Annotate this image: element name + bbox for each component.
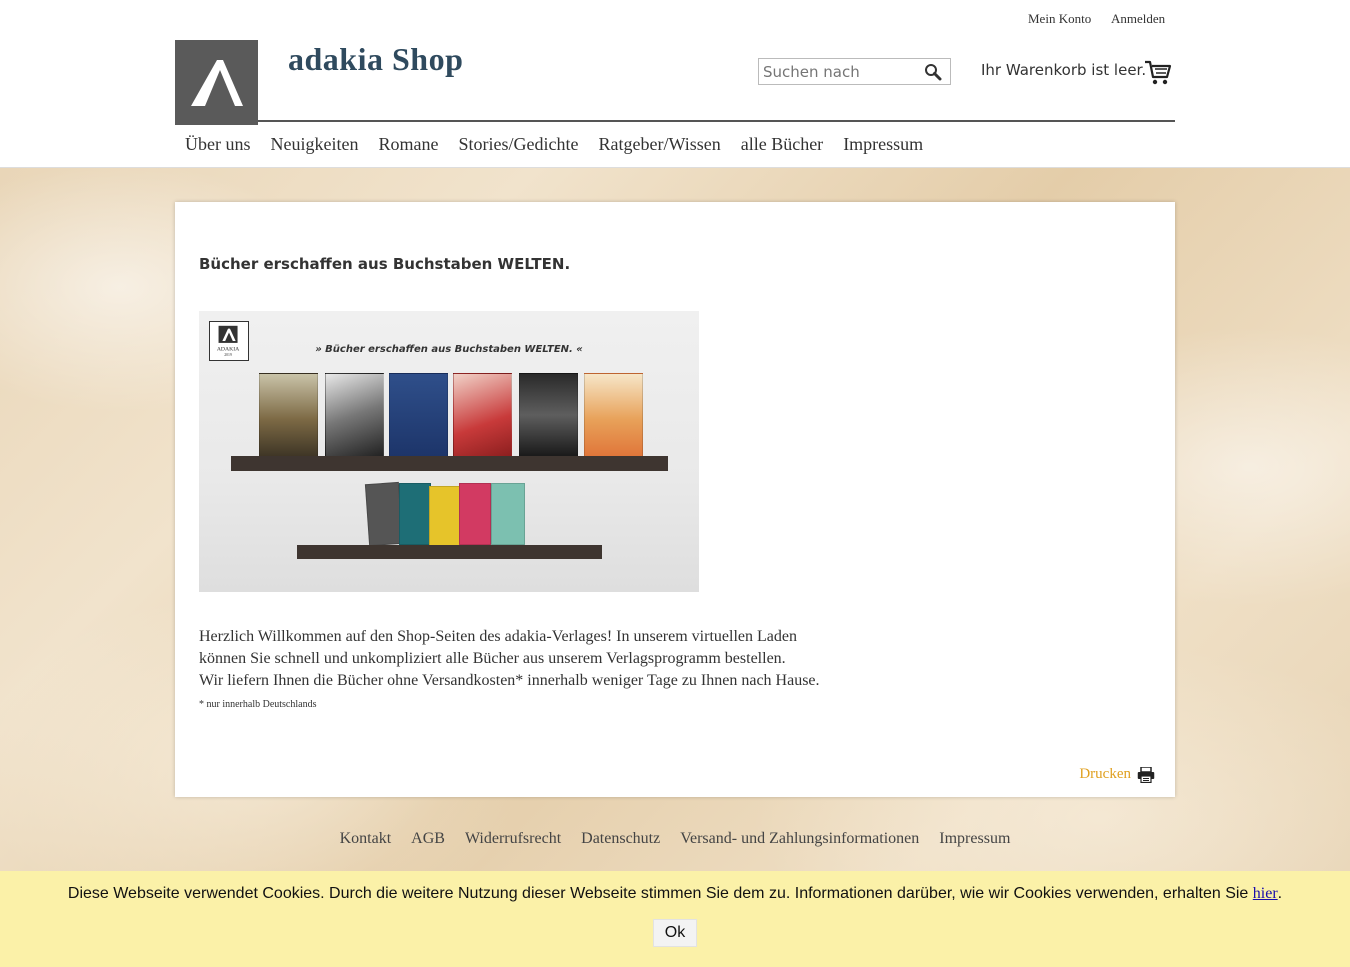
cookie-info-link[interactable]: hier	[1253, 885, 1278, 902]
cookie-banner: Diese Webseite verwendet Cookies. Durch …	[0, 871, 1350, 967]
print-button[interactable]: Drucken	[1079, 766, 1155, 783]
adakia-logo[interactable]	[175, 40, 258, 125]
bookshelf-banner-image: ADAKIA 2019 » Bücher erschaffen aus Buch…	[199, 311, 699, 592]
book-cover	[389, 373, 448, 457]
nav-item-neuigkeiten[interactable]: Neuigkeiten	[261, 134, 369, 155]
footer-navigation: Kontakt AGB Widerrufsrecht Datenschutz V…	[0, 830, 1350, 848]
book-cover	[491, 483, 525, 545]
footer-link-versand[interactable]: Versand- und Zahlungsinformationen	[670, 830, 929, 848]
banner-logo: ADAKIA 2019	[209, 321, 249, 361]
welcome-text: Herzlich Willkommen auf den Shop-Seiten …	[199, 626, 820, 692]
shopping-cart-icon[interactable]	[1144, 58, 1172, 86]
book-cover	[364, 481, 404, 547]
welcome-line: Herzlich Willkommen auf den Shop-Seiten …	[199, 628, 797, 645]
cookie-ok-button[interactable]: Ok	[653, 919, 697, 947]
nav-item-stories-gedichte[interactable]: Stories/Gedichte	[448, 134, 588, 155]
lambda-logo-icon	[190, 59, 243, 106]
print-label: Drucken	[1079, 766, 1131, 782]
main-navigation: Über uns Neuigkeiten Romane Stories/Gedi…	[175, 134, 933, 155]
search-field[interactable]	[758, 58, 951, 85]
cookie-notice: Diese Webseite verwendet Cookies. Durch …	[0, 885, 1350, 903]
nav-item-ueber-uns[interactable]: Über uns	[175, 134, 261, 155]
welcome-line: können Sie schnell und unkompliziert all…	[199, 650, 786, 667]
footer-link-impressum[interactable]: Impressum	[929, 830, 1020, 848]
book-cover	[259, 373, 318, 457]
book-cover	[325, 373, 384, 457]
printer-icon	[1137, 766, 1155, 783]
book-cover	[399, 483, 431, 545]
cookie-message: Diese Webseite verwendet Cookies. Durch …	[67, 885, 1253, 902]
my-account-link[interactable]: Mein Konto	[1028, 11, 1091, 27]
footer-link-datenschutz[interactable]: Datenschutz	[571, 830, 670, 848]
shipping-footnote: * nur innerhalb Deutschlands	[199, 699, 317, 710]
nav-item-ratgeber-wissen[interactable]: Ratgeber/Wissen	[588, 134, 730, 155]
footer-link-kontakt[interactable]: Kontakt	[330, 830, 402, 848]
book-cover	[459, 483, 491, 545]
page-headline: Bücher erschaffen aus Buchstaben WELTEN.	[199, 255, 571, 273]
book-cover	[584, 373, 643, 457]
footer-link-widerrufsrecht[interactable]: Widerrufsrecht	[455, 830, 571, 848]
banner-caption: » Bücher erschaffen aus Buchstaben WELTE…	[315, 344, 583, 355]
nav-item-alle-buecher[interactable]: alle Bücher	[731, 134, 833, 155]
lower-shelf	[297, 545, 602, 559]
login-link[interactable]: Anmelden	[1111, 11, 1165, 27]
content-card: Bücher erschaffen aus Buchstaben WELTEN.…	[175, 202, 1175, 797]
nav-item-impressum[interactable]: Impressum	[833, 134, 933, 155]
book-cover	[453, 373, 512, 457]
site-header: Mein Konto Anmelden adakia Shop Ihr Ware…	[0, 0, 1350, 168]
search-icon[interactable]	[924, 63, 942, 81]
cart-status[interactable]: Ihr Warenkorb ist leer.	[981, 61, 1146, 79]
book-cover	[519, 373, 578, 457]
cookie-suffix: .	[1277, 885, 1283, 902]
book-cover	[429, 486, 461, 546]
nav-item-romane[interactable]: Romane	[368, 134, 448, 155]
upper-shelf	[231, 456, 668, 471]
welcome-line: Wir liefern Ihnen die Bücher ohne Versan…	[199, 672, 820, 689]
header-divider	[258, 120, 1175, 122]
search-input[interactable]	[759, 59, 922, 84]
footer-link-agb[interactable]: AGB	[401, 830, 455, 848]
shop-title[interactable]: adakia Shop	[288, 41, 463, 78]
